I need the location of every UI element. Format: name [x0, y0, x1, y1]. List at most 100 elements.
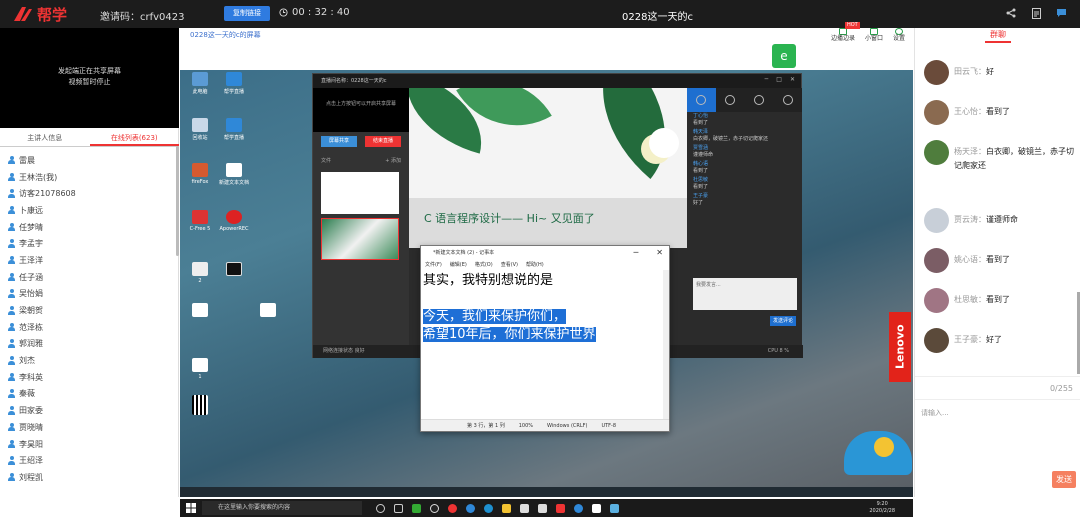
desktop-icon-newtext[interactable]: [252, 303, 284, 319]
avatar[interactable]: [924, 248, 949, 273]
tab-online-list[interactable]: 在线列表(623): [89, 131, 179, 146]
online-user-item[interactable]: 李科英: [8, 369, 176, 386]
desktop-icon-live[interactable]: 帮学直播: [218, 72, 250, 95]
notepad-scrollbar[interactable]: [663, 270, 669, 420]
online-user-item[interactable]: 任梦晴: [8, 219, 176, 236]
avatar[interactable]: [924, 60, 949, 85]
avatar[interactable]: [924, 288, 949, 313]
online-user-item[interactable]: 王绍泽: [8, 452, 176, 469]
send-button[interactable]: 发送: [1052, 471, 1076, 488]
share-icon[interactable]: [1004, 6, 1018, 20]
online-user-item[interactable]: 田家委: [8, 402, 176, 419]
task-view-icon[interactable]: [394, 503, 403, 513]
settings-button[interactable]: 设置: [893, 28, 905, 44]
notepad-icon[interactable]: [592, 503, 601, 513]
minimize-icon[interactable]: ─: [633, 248, 638, 257]
user-list-scrollbar[interactable]: [176, 146, 179, 256]
pen-tab[interactable]: [745, 88, 774, 112]
chat-input[interactable]: 请输入...: [921, 408, 949, 418]
desktop-icon-live2[interactable]: 帮学直播: [218, 118, 250, 141]
avatar[interactable]: [924, 140, 949, 165]
online-user-item[interactable]: 李昊阳: [8, 436, 176, 453]
qq-icon[interactable]: [430, 503, 439, 513]
edge-icon[interactable]: [484, 503, 493, 513]
minimize-icon[interactable]: ─: [765, 76, 769, 83]
close-icon[interactable]: ✕: [656, 248, 663, 257]
copy-link-button[interactable]: 复制链接: [224, 6, 270, 21]
chat-icon[interactable]: [1054, 6, 1068, 20]
online-user-item[interactable]: 王泽洋: [8, 252, 176, 269]
avatar[interactable]: [924, 100, 949, 125]
chat-tab[interactable]: [687, 88, 716, 112]
desktop-icon-qr[interactable]: [184, 395, 216, 417]
taskbar-search[interactable]: 在这里输入你要搜索的内容: [202, 501, 362, 515]
store-icon[interactable]: [520, 503, 529, 513]
file-thumb-slide[interactable]: [321, 218, 399, 260]
app-icon[interactable]: [448, 503, 457, 513]
app-icon[interactable]: [412, 503, 421, 513]
desktop-icon-firefox[interactable]: fireFox: [184, 163, 216, 185]
live-tool-icon[interactable]: e: [772, 44, 796, 68]
online-user-item[interactable]: 李孟宇: [8, 235, 176, 252]
folder-icon[interactable]: [502, 503, 511, 513]
user-name: 李科英: [19, 372, 43, 382]
notepad-menu-item[interactable]: 帮助(H): [526, 261, 544, 270]
chat-sender-name: 姚心语：: [954, 255, 986, 264]
desktop-icon-cfree[interactable]: C-Free 5: [184, 210, 216, 232]
notepad-menu-item[interactable]: 文件(F): [425, 261, 442, 270]
online-user-item[interactable]: 任子涵: [8, 269, 176, 286]
studio-send-button[interactable]: 发送评论: [770, 316, 796, 326]
close-icon[interactable]: ✕: [790, 76, 795, 83]
desktop-icon-black[interactable]: [218, 262, 250, 278]
online-user-item[interactable]: 梁朝贺: [8, 302, 176, 319]
record-while-live-button[interactable]: HOT 边播边录: [831, 22, 860, 44]
firefox-icon: [192, 163, 208, 177]
tab-group-chat[interactable]: 群聊: [915, 28, 1080, 43]
desktop-icon-pc[interactable]: 此电脑: [184, 72, 216, 95]
end-live-button[interactable]: 结束直播: [365, 136, 401, 147]
online-user-item[interactable]: 刘杰: [8, 352, 176, 369]
files-tab[interactable]: 文件: [321, 157, 331, 164]
online-user-item[interactable]: 卜康远: [8, 202, 176, 219]
online-user-item[interactable]: 访客21078608: [8, 185, 176, 202]
app-icon[interactable]: [610, 503, 619, 513]
online-user-item[interactable]: 贾晓晴: [8, 419, 176, 436]
desktop-icon-doc[interactable]: [184, 303, 216, 319]
notepad-menu-item[interactable]: 查看(V): [501, 261, 518, 270]
online-user-item[interactable]: 郭润雅: [8, 336, 176, 353]
screen-share-button[interactable]: 屏幕共享: [321, 136, 357, 147]
file-thumb-blank[interactable]: [321, 172, 399, 214]
tab-host-info[interactable]: 主讲人信息: [0, 131, 90, 146]
desktop-icon-1[interactable]: 1: [184, 358, 216, 380]
cortana-icon[interactable]: [376, 503, 385, 513]
studio-chat-input[interactable]: 我要发言...: [693, 278, 797, 310]
taskbar-clock[interactable]: 9:20 2020/2/28: [869, 501, 895, 515]
desktop-icon-2[interactable]: 2: [184, 262, 216, 284]
notepad-menu-item[interactable]: 格式(O): [475, 261, 493, 270]
windows-start-icon[interactable]: [186, 503, 196, 513]
small-window-button[interactable]: 小窗口: [865, 28, 883, 44]
maximize-icon[interactable]: □: [776, 76, 782, 83]
app-icon[interactable]: [466, 503, 475, 513]
online-user-item[interactable]: 王林浩(我): [8, 169, 176, 186]
more-tab[interactable]: [773, 88, 802, 112]
desktop-icon-recycle[interactable]: 回收站: [184, 118, 216, 141]
add-file-button[interactable]: + 添加: [385, 157, 401, 164]
online-user-item[interactable]: 秦薇: [8, 386, 176, 403]
mascot-widget[interactable]: [844, 431, 912, 475]
avatar[interactable]: [924, 208, 949, 233]
document-icon[interactable]: [1029, 6, 1043, 20]
office-icon[interactable]: [556, 503, 565, 513]
desktop-icon-apowerrec[interactable]: ApowerREC: [218, 210, 250, 232]
app-icon[interactable]: [574, 503, 583, 513]
online-user-item[interactable]: 吴怡娟: [8, 286, 176, 303]
users-tab[interactable]: [716, 88, 745, 112]
online-user-item[interactable]: 刘程凯: [8, 469, 176, 486]
avatar[interactable]: [924, 328, 949, 353]
desktop-icon-textfile[interactable]: 新建文本文档: [218, 163, 250, 186]
online-user-item[interactable]: 雷晨: [8, 152, 176, 169]
notepad-menu-item[interactable]: 编辑(E): [450, 261, 467, 270]
mail-icon[interactable]: [538, 503, 547, 513]
online-user-item[interactable]: 范泽栋: [8, 319, 176, 336]
notepad-text-area[interactable]: 其实，我特别想说的是 今天，我们来保护你们， 希望10年后，你们来保护世界: [421, 270, 669, 346]
